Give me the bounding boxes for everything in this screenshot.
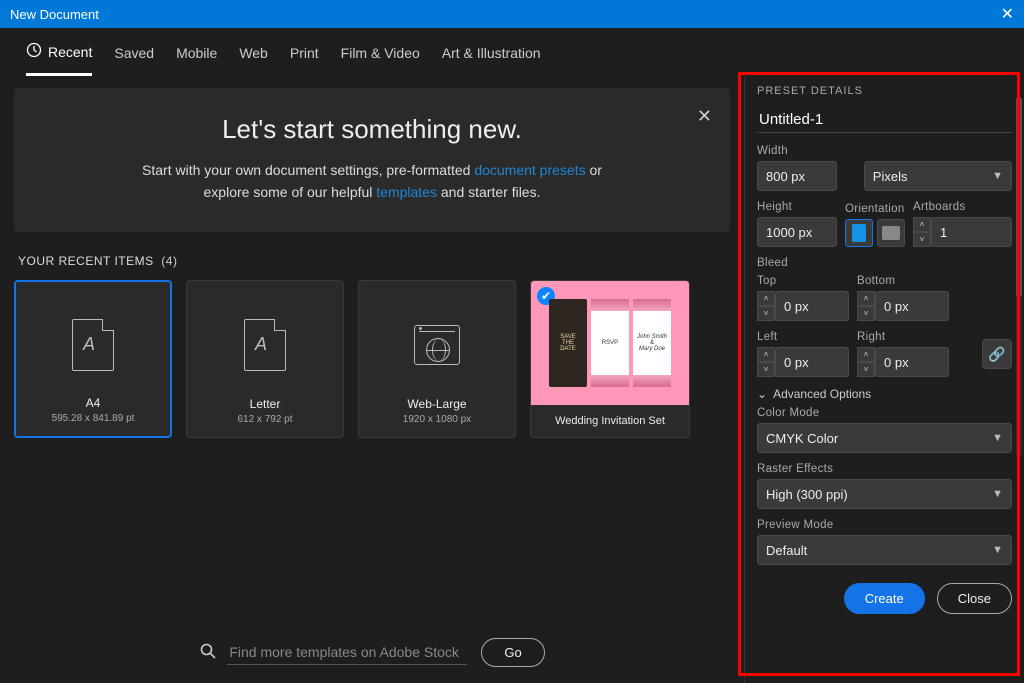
- height-label: Height: [757, 201, 837, 213]
- hero-heading: Let's start something new.: [44, 114, 700, 145]
- bleed-left-label: Left: [757, 331, 849, 343]
- bleed-top-stepper[interactable]: ˄˅: [757, 291, 775, 321]
- titlebar: New Document ✕: [0, 0, 1024, 28]
- link-bleed-button[interactable]: 🔗: [982, 339, 1012, 369]
- search-icon: [199, 642, 217, 663]
- browser-icon: [414, 293, 460, 397]
- document-icon: A: [72, 294, 114, 396]
- card-title: Wedding Invitation Set: [531, 405, 689, 437]
- hero-banner: ✕ Let's start something new. Start with …: [14, 88, 730, 232]
- tab-web[interactable]: Web: [239, 45, 268, 73]
- artboards-stepper[interactable]: ˄˅: [913, 217, 931, 247]
- bleed-label: Bleed: [757, 257, 1012, 269]
- tab-print[interactable]: Print: [290, 45, 319, 73]
- units-select[interactable]: Pixels ▼: [864, 161, 1012, 191]
- bleed-right-stepper[interactable]: ˄˅: [857, 347, 875, 377]
- category-tabs: Recent Saved Mobile Web Print Film & Vid…: [0, 28, 1024, 76]
- stock-search-row: Find more templates on Adobe Stock Go: [0, 638, 744, 667]
- orientation-landscape-button[interactable]: [877, 219, 905, 247]
- color-mode-label: Color Mode: [757, 407, 1012, 419]
- orientation-portrait-button[interactable]: [845, 219, 873, 247]
- tab-label: Film & Video: [341, 45, 420, 61]
- document-name-input[interactable]: Untitled-1: [757, 107, 1012, 133]
- raster-effects-select[interactable]: High (300 ppi) ▼: [757, 479, 1012, 509]
- orientation-label: Orientation: [845, 203, 905, 215]
- tab-recent[interactable]: Recent: [26, 42, 92, 76]
- tab-label: Mobile: [176, 45, 217, 61]
- document-icon: A: [244, 293, 286, 397]
- left-pane: ✕ Let's start something new. Start with …: [0, 76, 744, 683]
- tab-label: Saved: [114, 45, 154, 61]
- raster-effects-label: Raster Effects: [757, 463, 1012, 475]
- bleed-bottom-label: Bottom: [857, 275, 949, 287]
- preset-details-header: PRESET DETAILS: [757, 85, 1012, 97]
- tab-label: Web: [239, 45, 268, 61]
- bleed-bottom-stepper[interactable]: ˄˅: [857, 291, 875, 321]
- recent-items-row: A A4 595.28 x 841.89 pt A Letter 612 x 7…: [14, 280, 730, 438]
- tab-mobile[interactable]: Mobile: [176, 45, 217, 73]
- height-input[interactable]: 1000 px: [757, 217, 837, 247]
- recent-items-header: YOUR RECENT ITEMS (4): [18, 254, 730, 268]
- card-title: Web-Large: [407, 397, 466, 411]
- tab-saved[interactable]: Saved: [114, 45, 154, 73]
- go-button[interactable]: Go: [481, 638, 544, 667]
- stock-search-input[interactable]: Find more templates on Adobe Stock: [227, 640, 467, 665]
- width-label: Width: [757, 145, 856, 157]
- card-title: A4: [86, 396, 101, 410]
- chevron-down-icon: ▼: [992, 170, 1003, 182]
- advanced-options-toggle[interactable]: ⌄ Advanced Options: [757, 387, 1012, 401]
- card-title: Letter: [250, 397, 281, 411]
- clock-icon: [26, 42, 42, 61]
- hero-text: Start with your own document settings, p…: [44, 159, 700, 204]
- tab-label: Print: [290, 45, 319, 61]
- window-close-button[interactable]: ✕: [1001, 4, 1014, 24]
- link-templates[interactable]: templates: [376, 184, 437, 200]
- link-document-presets[interactable]: document presets: [474, 162, 585, 178]
- tab-art-illustration[interactable]: Art & Illustration: [442, 45, 541, 73]
- link-icon: 🔗: [988, 346, 1005, 363]
- tab-label: Art & Illustration: [442, 45, 541, 61]
- template-card-wedding[interactable]: ✔ SAVETHEDATE RSVP John Smith&Mary Doe W…: [530, 280, 690, 438]
- bleed-bottom-input[interactable]: 0 px: [875, 291, 949, 321]
- preset-details-panel: PRESET DETAILS Untitled-1 Width 800 px P…: [744, 76, 1024, 683]
- create-button[interactable]: Create: [844, 583, 925, 614]
- tab-label: Recent: [48, 44, 92, 60]
- preview-mode-label: Preview Mode: [757, 519, 1012, 531]
- card-subtitle: 1920 x 1080 px: [403, 414, 471, 425]
- chevron-down-icon: ▼: [992, 432, 1003, 444]
- bleed-right-input[interactable]: 0 px: [875, 347, 949, 377]
- artboards-input[interactable]: 1: [931, 217, 1012, 247]
- bleed-top-input[interactable]: 0 px: [775, 291, 849, 321]
- tab-film-video[interactable]: Film & Video: [341, 45, 420, 73]
- bleed-right-label: Right: [857, 331, 949, 343]
- close-button[interactable]: Close: [937, 583, 1012, 614]
- chevron-down-icon: ⌄: [757, 387, 767, 401]
- preset-card-letter[interactable]: A Letter 612 x 792 pt: [186, 280, 344, 438]
- color-mode-select[interactable]: CMYK Color ▼: [757, 423, 1012, 453]
- artboards-label: Artboards: [913, 201, 1012, 213]
- preview-mode-select[interactable]: Default ▼: [757, 535, 1012, 565]
- template-thumbnail: ✔ SAVETHEDATE RSVP John Smith&Mary Doe: [531, 281, 689, 405]
- panel-scrollbar[interactable]: [1016, 97, 1022, 457]
- chevron-down-icon: ▼: [992, 488, 1003, 500]
- hero-close-button[interactable]: ✕: [697, 106, 712, 127]
- chevron-down-icon: ▼: [992, 544, 1003, 556]
- bleed-top-label: Top: [757, 275, 849, 287]
- width-input[interactable]: 800 px: [757, 161, 837, 191]
- bleed-left-stepper[interactable]: ˄˅: [757, 347, 775, 377]
- preset-card-web-large[interactable]: Web-Large 1920 x 1080 px: [358, 280, 516, 438]
- bleed-left-input[interactable]: 0 px: [775, 347, 849, 377]
- preset-card-a4[interactable]: A A4 595.28 x 841.89 pt: [14, 280, 172, 438]
- card-subtitle: 612 x 792 pt: [237, 414, 292, 425]
- card-subtitle: 595.28 x 841.89 pt: [52, 413, 135, 424]
- window-title: New Document: [10, 7, 99, 22]
